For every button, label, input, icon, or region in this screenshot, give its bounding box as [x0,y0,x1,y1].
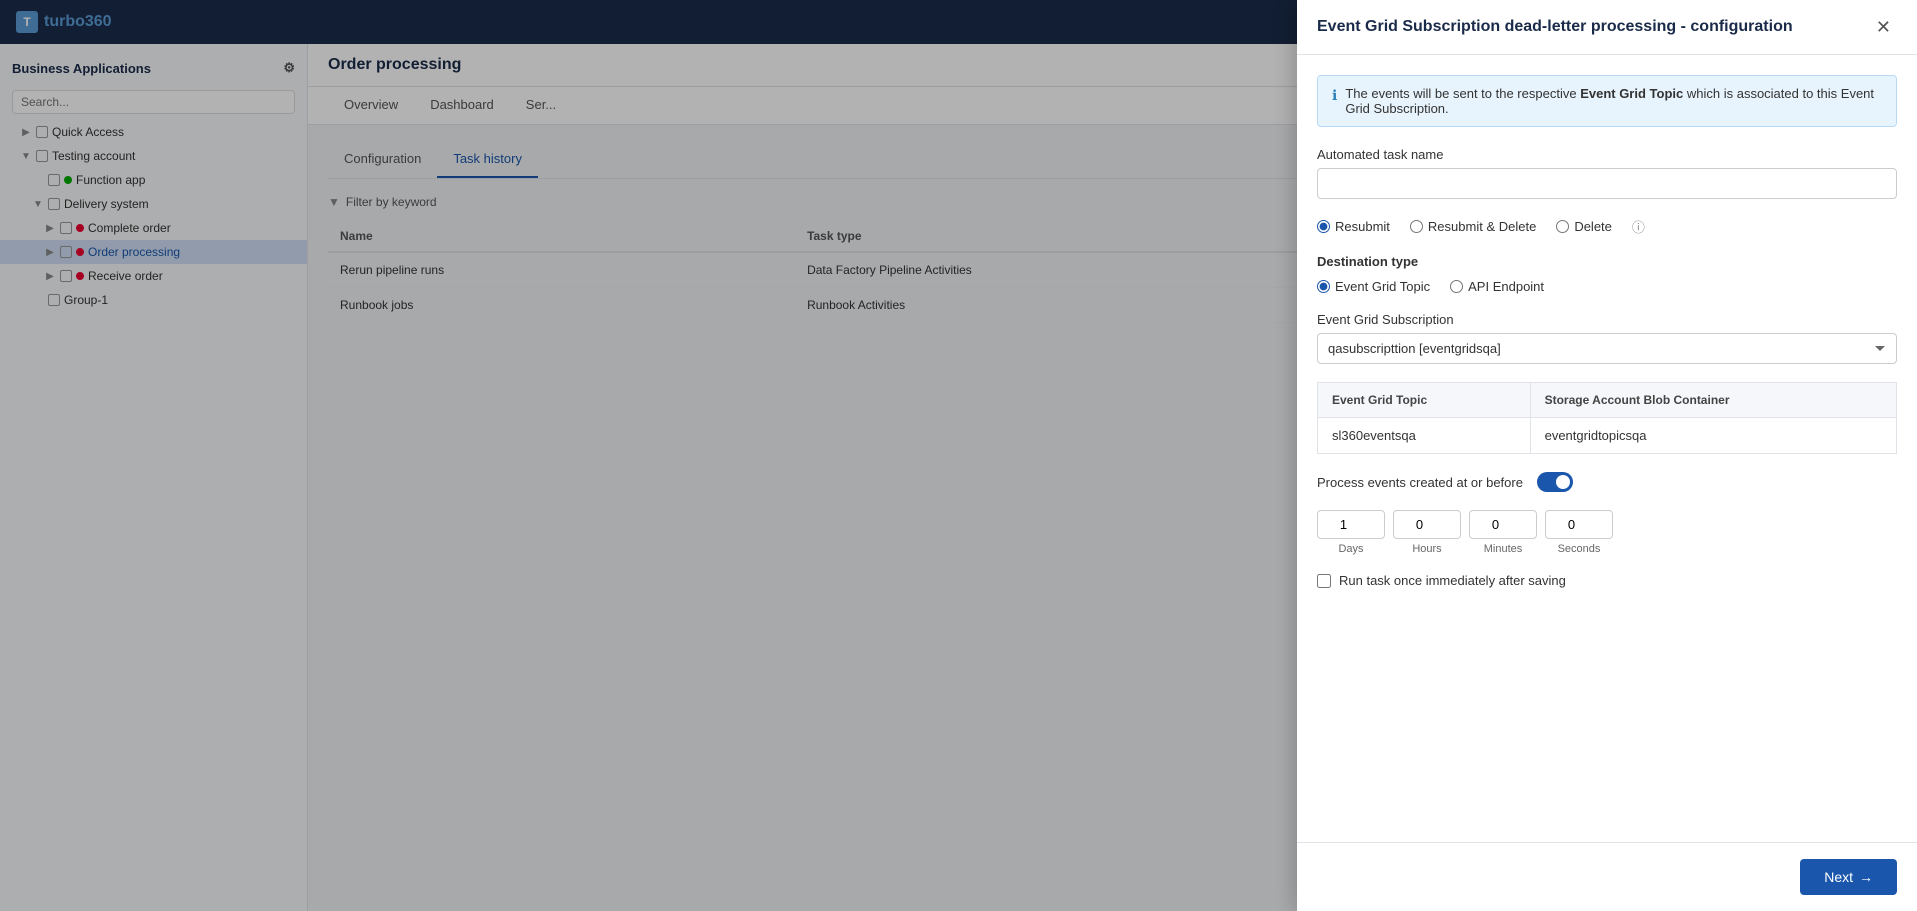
process-events-row: Process events created at or before [1317,472,1897,492]
modal: Event Grid Subscription dead-letter proc… [1297,0,1917,911]
action-radio-group: Resubmit Resubmit & Delete Delete ⓘ [1317,217,1897,236]
automated-task-name-input[interactable] [1317,168,1897,199]
modal-header: Event Grid Subscription dead-letter proc… [1297,0,1917,55]
cell-topic: sl360eventsqa [1318,418,1531,454]
cell-container: eventgridtopicsqa [1530,418,1896,454]
hours-label: Hours [1412,543,1441,555]
radio-delete[interactable]: Delete [1556,219,1612,234]
days-input[interactable] [1317,510,1385,539]
run-task-checkbox-item[interactable]: Run task once immediately after saving [1317,573,1897,588]
minutes-label: Minutes [1484,543,1523,555]
process-events-toggle[interactable] [1537,472,1573,492]
info-banner: ℹ The events will be sent to the respect… [1317,75,1897,127]
radio-api-endpoint[interactable]: API Endpoint [1450,279,1544,294]
automated-task-name-label: Automated task name [1317,147,1897,162]
modal-footer: Next → [1297,842,1917,911]
minutes-input[interactable] [1469,510,1537,539]
close-button[interactable]: ✕ [1870,16,1897,38]
event-grid-subscription-group: Event Grid Subscription qasubscripttion … [1317,312,1897,364]
modal-title: Event Grid Subscription dead-letter proc… [1317,18,1793,36]
radio-resubmit-delete[interactable]: Resubmit & Delete [1410,219,1536,234]
col-event-grid-topic: Event Grid Topic [1318,383,1531,418]
minutes-field: Minutes [1469,510,1537,555]
radio-event-grid-topic[interactable]: Event Grid Topic [1317,279,1430,294]
process-events-label: Process events created at or before [1317,475,1523,490]
days-field: Days [1317,510,1385,555]
seconds-input[interactable] [1545,510,1613,539]
modal-body: ℹ The events will be sent to the respect… [1297,55,1917,842]
run-task-checkbox[interactable] [1317,574,1331,588]
hours-field: Hours [1393,510,1461,555]
event-grid-table: Event Grid Topic Storage Account Blob Co… [1317,382,1897,454]
next-button[interactable]: Next → [1800,859,1897,895]
automated-task-name-group: Automated task name [1317,147,1897,199]
info-icon: ℹ [1332,87,1337,104]
destination-type-group: Destination type Event Grid Topic API En… [1317,254,1897,294]
event-grid-table-group: Event Grid Topic Storage Account Blob Co… [1317,382,1897,454]
radio-resubmit[interactable]: Resubmit [1317,219,1390,234]
days-label: Days [1338,543,1363,555]
run-task-group: Run task once immediately after saving [1317,573,1897,588]
info-circle-icon: ⓘ [1632,217,1645,236]
event-grid-subscription-label: Event Grid Subscription [1317,312,1897,327]
event-grid-subscription-select[interactable]: qasubscripttion [eventgridsqa] [1317,333,1897,364]
col-storage-account: Storage Account Blob Container [1530,383,1896,418]
destination-radio-group: Event Grid Topic API Endpoint [1317,279,1897,294]
seconds-field: Seconds [1545,510,1613,555]
time-inputs: Days Hours Minutes Seconds [1317,510,1897,555]
seconds-label: Seconds [1558,543,1601,555]
radio-group: Resubmit Resubmit & Delete Delete ⓘ [1317,217,1897,236]
destination-type-label: Destination type [1317,254,1897,269]
modal-overlay: Event Grid Subscription dead-letter proc… [0,0,1917,911]
run-task-label: Run task once immediately after saving [1339,573,1566,588]
next-arrow-icon: → [1859,869,1873,885]
info-text: The events will be sent to the respectiv… [1345,86,1882,116]
next-button-label: Next [1824,869,1853,885]
process-events-group: Process events created at or before Days… [1317,472,1897,555]
event-grid-table-row: sl360eventsqa eventgridtopicsqa [1318,418,1897,454]
hours-input[interactable] [1393,510,1461,539]
